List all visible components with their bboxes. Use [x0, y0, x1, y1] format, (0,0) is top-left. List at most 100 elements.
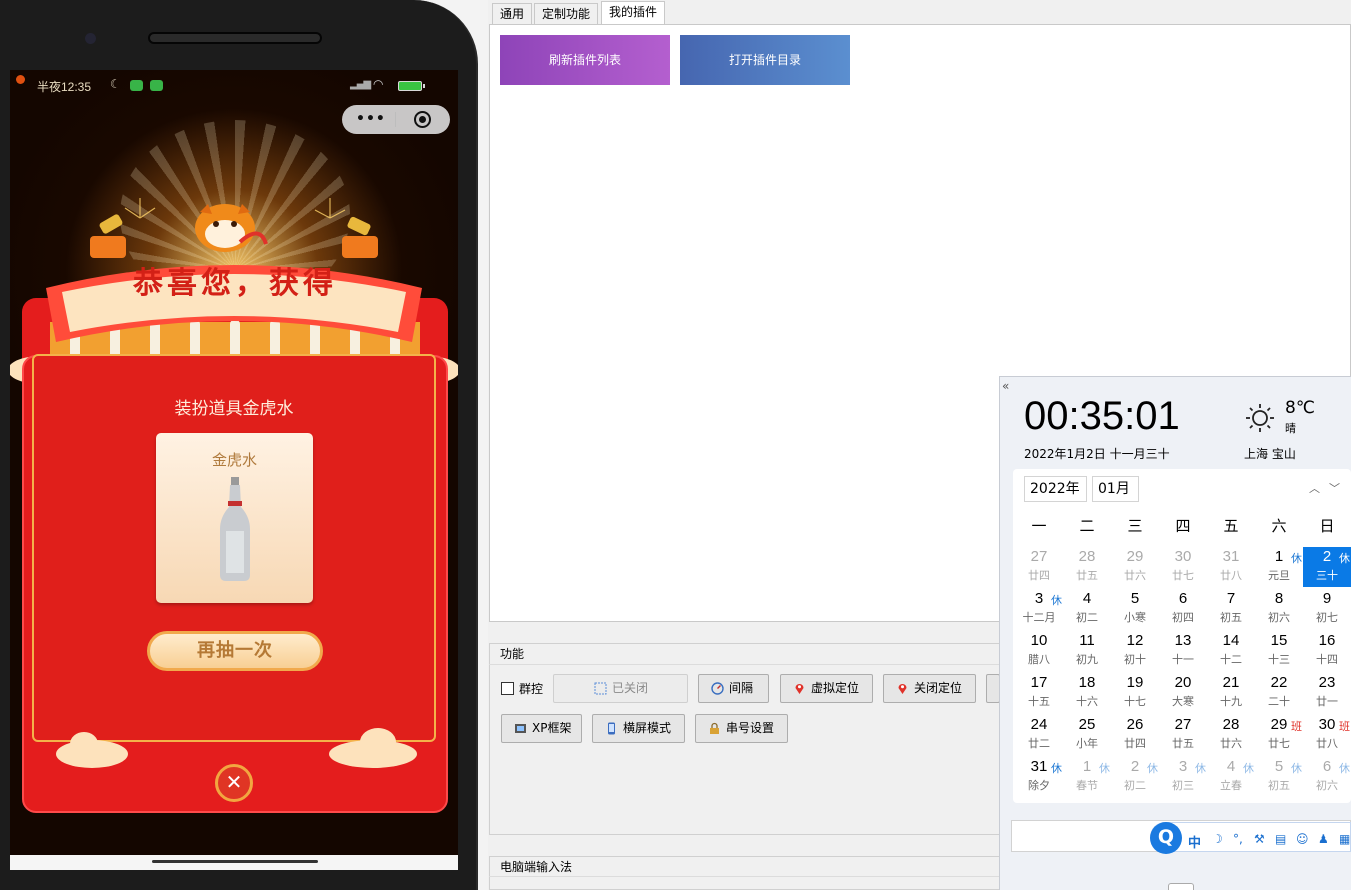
calendar-day[interactable]: 20 大寒	[1159, 673, 1207, 713]
lunar-date: 廿一	[1316, 695, 1338, 708]
xp-framework-button[interactable]: XP框架	[501, 714, 582, 743]
calendar-day[interactable]: 24 廿二	[1015, 715, 1063, 755]
calendar-day[interactable]: 4 立春休	[1207, 757, 1255, 797]
lunar-date: 十九	[1220, 695, 1242, 708]
calendar-day[interactable]: 14 十二	[1207, 631, 1255, 671]
resize-grip[interactable]	[1168, 883, 1194, 890]
calendar-day[interactable]: 2 初二休	[1111, 757, 1159, 797]
skin-shirt-icon[interactable]: ♟	[1318, 832, 1329, 846]
tab-custom-features[interactable]: 定制功能	[534, 3, 599, 24]
calendar-day[interactable]: 12 初十	[1111, 631, 1159, 671]
calendar-day-selected[interactable]: 2 三十休	[1303, 547, 1351, 587]
miniprogram-capsule: •••	[342, 105, 450, 134]
calendar-day[interactable]: 8 初六	[1255, 589, 1303, 629]
holiday-badge: 休	[1339, 552, 1350, 565]
calendar-day[interactable]: 5 初五休	[1255, 757, 1303, 797]
grid-menu-icon[interactable]: ▦	[1339, 832, 1350, 846]
calendar-day[interactable]: 5 小寒	[1111, 589, 1159, 629]
calendar-day[interactable]: 1 元旦休	[1255, 547, 1303, 587]
group-control-checkbox[interactable]	[501, 682, 514, 695]
emoji-icon[interactable]: ☺	[1296, 832, 1309, 846]
tab-general[interactable]: 通用	[492, 3, 533, 24]
imei-settings-button[interactable]: 串号设置	[695, 714, 788, 743]
lunar-date: 小寒	[1124, 611, 1146, 624]
calendar-day[interactable]: 29 廿七班	[1255, 715, 1303, 755]
clipboard-icon[interactable]: ▤	[1275, 832, 1286, 846]
close-dialog-button[interactable]: ✕	[215, 764, 253, 802]
lunar-date: 二十	[1268, 695, 1290, 708]
calendar-day[interactable]: 6 初四	[1159, 589, 1207, 629]
holiday-badge: 休	[1099, 762, 1110, 775]
tab-my-plugins[interactable]: 我的插件	[601, 1, 666, 25]
more-icon[interactable]: •••	[356, 111, 386, 127]
day-number: 21	[1222, 674, 1240, 691]
calendar-day[interactable]: 10 腊八	[1015, 631, 1063, 671]
day-number: 23	[1318, 674, 1336, 691]
calendar-day[interactable]: 29 廿六	[1111, 547, 1159, 587]
holiday-badge: 休	[1147, 762, 1158, 775]
calendar-day[interactable]: 31 除夕休	[1015, 757, 1063, 797]
xp-framework-label: XP框架	[532, 721, 572, 735]
wifi-icon: ◠	[373, 77, 384, 91]
calendar-day[interactable]: 13 十一	[1159, 631, 1207, 671]
interval-button[interactable]: 间隔	[698, 674, 769, 703]
main-tab-bar: 通用 定制功能 我的插件	[492, 0, 1351, 25]
calendar-day[interactable]: 30 廿八班	[1303, 715, 1351, 755]
calendar-day[interactable]: 28 廿六	[1207, 715, 1255, 755]
calendar-day[interactable]: 30 廿七	[1159, 547, 1207, 587]
pc-ime-title: 电脑端输入法	[500, 860, 573, 874]
open-plugin-dir-button[interactable]: 打开插件目录	[680, 35, 850, 85]
calendar-day[interactable]: 26 廿四	[1111, 715, 1159, 755]
phone-screen[interactable]: 半夜12:35 ☾ ▂▄▆ ◠ ••• 恭喜您，获得 装扮道具金虎水 金虎水 再…	[10, 70, 458, 870]
landscape-mode-button[interactable]: 横屏模式	[592, 714, 685, 743]
front-camera	[85, 33, 96, 44]
calendar-day[interactable]: 16 十四	[1303, 631, 1351, 671]
calendar-day[interactable]: 21 十九	[1207, 673, 1255, 713]
refresh-plugin-list-button[interactable]: 刷新插件列表	[500, 35, 670, 85]
year-select[interactable]: 2022年	[1024, 476, 1087, 502]
home-indicator[interactable]	[152, 860, 318, 863]
calendar-day[interactable]: 17 十五	[1015, 673, 1063, 713]
phone-icon	[608, 722, 615, 735]
virtual-location-button[interactable]: 虚拟定位	[780, 674, 873, 703]
calendar-day[interactable]: 31 廿八	[1207, 547, 1255, 587]
calendar-day[interactable]: 3 初三休	[1159, 757, 1207, 797]
wrench-icon[interactable]: ⚒	[1254, 832, 1265, 846]
day-number: 10	[1030, 632, 1048, 649]
collapse-icon[interactable]: «	[1002, 379, 1009, 393]
close-miniprogram-icon[interactable]	[414, 111, 431, 128]
calendar-day[interactable]: 27 廿四	[1015, 547, 1063, 587]
calendar-day[interactable]: 4 初二	[1063, 589, 1111, 629]
calendar-day[interactable]: 18 十六	[1063, 673, 1111, 713]
weather-location[interactable]: 上海 宝山	[1244, 445, 1296, 462]
calendar-day[interactable]: 3 十二月休	[1015, 589, 1063, 629]
calendar-day[interactable]: 19 十七	[1111, 673, 1159, 713]
calendar-day[interactable]: 27 廿五	[1159, 715, 1207, 755]
calendar-day[interactable]: 6 初六休	[1303, 757, 1351, 797]
hidden-function-button[interactable]	[986, 674, 1000, 703]
earpiece-speaker	[148, 32, 322, 44]
closed-toggle-button[interactable]: 已关闭	[553, 674, 688, 703]
ime-logo-icon[interactable]: Q	[1150, 822, 1182, 854]
calendar-day[interactable]: 9 初七	[1303, 589, 1351, 629]
calendar-day[interactable]: 7 初五	[1207, 589, 1255, 629]
lunar-date: 小年	[1076, 737, 1098, 750]
close-location-button[interactable]: 关闭定位	[883, 674, 976, 703]
next-month-chevron-down-icon[interactable]: ﹀	[1329, 480, 1340, 496]
calendar-day[interactable]: 28 廿五	[1063, 547, 1111, 587]
calendar-day[interactable]: 25 小年	[1063, 715, 1111, 755]
ime-mode-toggle[interactable]: 中	[1188, 832, 1201, 851]
calendar-day[interactable]: 23 廿一	[1303, 673, 1351, 713]
calendar-day[interactable]: 11 初九	[1063, 631, 1111, 671]
punctuation-icon[interactable]: °,	[1233, 832, 1243, 846]
workday-badge: 班	[1339, 720, 1350, 733]
app-notification-icon	[150, 80, 163, 91]
draw-again-button[interactable]: 再抽一次	[147, 631, 323, 671]
half-width-moon-icon[interactable]: ☽	[1212, 832, 1223, 846]
calendar-day[interactable]: 1 春节休	[1063, 757, 1111, 797]
previous-month-chevron-up-icon[interactable]: ︿	[1309, 480, 1320, 496]
calendar-day[interactable]: 15 十三	[1255, 631, 1303, 671]
month-select[interactable]: 01月	[1092, 476, 1139, 502]
calendar-day[interactable]: 22 二十	[1255, 673, 1303, 713]
lunar-date: 十二月	[1022, 611, 1056, 624]
